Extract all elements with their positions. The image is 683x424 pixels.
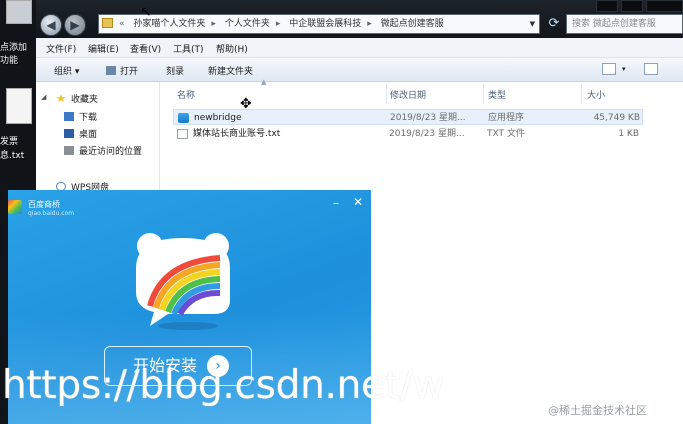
logo-shadow <box>158 322 218 330</box>
burn-button[interactable]: 刻录 <box>166 64 184 77</box>
address-bar[interactable]: « 孙家喵个人文件夹 ▸ 个人文件夹 ▸ 中企联盟会展科技 ▸ 微起点创建客服 ▼ <box>98 14 540 34</box>
breadcrumb-item[interactable]: 中企联盟会展科技 <box>289 19 361 29</box>
mouse-cursor-icon: ↖ <box>140 4 152 20</box>
nav-label: 桌面 <box>79 130 98 140</box>
desktop-icon <box>64 129 74 138</box>
installer-brand: 百度商桥 <box>28 200 60 209</box>
view-options-icon[interactable] <box>602 63 616 75</box>
nav-label: 下载 <box>79 113 98 123</box>
minimize-icon[interactable]: – <box>333 196 339 210</box>
column-header-size[interactable]: 大小 <box>587 88 605 101</box>
menu-help[interactable]: 帮助(H) <box>216 42 248 55</box>
move-cursor-icon: ✥ <box>240 96 252 112</box>
menu-bar: 文件(F) 编辑(E) 查看(V) 工具(T) 帮助(H) <box>36 38 683 58</box>
title-bar: ◀ ▶ « 孙家喵个人文件夹 ▸ 个人文件夹 ▸ 中企联盟会展科技 ▸ 微起点创建客服… <box>36 0 683 38</box>
close-icon[interactable]: ✕ <box>353 195 363 209</box>
column-header-date[interactable]: 修改日期 <box>390 88 426 101</box>
nav-item-desktop[interactable]: 桌面 <box>64 127 97 140</box>
credit-watermark: @稀土掘金技术社区 <box>548 404 647 417</box>
desktop-file-icon[interactable] <box>6 88 32 124</box>
file-date: 2019/8/23 星期... <box>390 113 466 123</box>
column-header-type[interactable]: 类型 <box>488 88 506 101</box>
file-type: TXT 文件 <box>487 129 525 139</box>
column-divider[interactable] <box>483 84 484 104</box>
open-label: 打开 <box>120 67 139 77</box>
preview-pane-icon[interactable] <box>644 63 658 75</box>
forward-button[interactable]: ▶ <box>64 14 86 36</box>
back-button[interactable]: ◀ <box>40 14 62 36</box>
menu-file[interactable]: 文件(F) <box>46 42 76 55</box>
command-bar: 组织 ▾ 打开 刻录 新建文件夹 ▾ <box>36 58 683 82</box>
breadcrumb-item[interactable]: 孙家喵个人文件夹 <box>133 19 205 29</box>
open-icon <box>106 66 116 75</box>
desktop-file-icon[interactable] <box>6 0 32 24</box>
file-type: 应用程序 <box>488 113 525 123</box>
column-divider[interactable] <box>386 84 387 104</box>
search-placeholder: 搜索 微起点创建客服 <box>572 19 656 29</box>
file-name: 媒体站长商业账号.txt <box>193 129 281 139</box>
open-button[interactable]: 打开 <box>106 64 138 77</box>
chevron-down-icon[interactable]: ▼ <box>530 15 535 33</box>
file-size: 45,749 KB <box>593 113 640 123</box>
file-date: 2019/8/23 星期... <box>389 129 465 139</box>
nav-item-recent[interactable]: 最近访问的位置 <box>64 144 142 157</box>
column-header-name[interactable]: 名称 <box>177 88 195 101</box>
text-file-icon <box>177 129 188 139</box>
baidu-qiao-logo-icon <box>8 200 22 214</box>
file-size: 1 KB <box>618 129 639 139</box>
breadcrumb: « 孙家喵个人文件夹 ▸ 个人文件夹 ▸ 中企联盟会展科技 ▸ 微起点创建客服 <box>119 19 444 29</box>
menu-view[interactable]: 查看(V) <box>130 42 161 55</box>
minimize-caption-button[interactable] <box>596 0 618 12</box>
nav-item-downloads[interactable]: 下载 <box>64 110 97 123</box>
star-icon <box>56 94 66 103</box>
expand-arrow-icon[interactable]: ◢ <box>41 93 46 101</box>
sort-up-icon: ▲ <box>261 78 267 86</box>
maximize-caption-button[interactable] <box>621 0 643 12</box>
breadcrumb-item[interactable]: 微起点创建客服 <box>381 19 444 29</box>
new-folder-button[interactable]: 新建文件夹 <box>208 64 253 77</box>
file-row[interactable]: 媒体站长商业账号.txt 2019/8/23 星期... TXT 文件 1 KB <box>173 126 643 142</box>
chevron-down-icon[interactable]: ▾ <box>622 65 626 73</box>
nav-label: 最近访问的位置 <box>79 147 143 157</box>
menu-tools[interactable]: 工具(T) <box>173 42 204 55</box>
organize-button[interactable]: 组织 ▾ <box>54 64 79 77</box>
folder-icon <box>102 18 113 28</box>
recent-places-icon <box>64 146 74 155</box>
refresh-icon[interactable]: ⟳ <box>544 14 564 34</box>
nav-item-favorites[interactable]: 收藏夹 <box>56 92 98 105</box>
search-input[interactable]: 搜索 微起点创建客服 <box>566 14 683 34</box>
menu-edit[interactable]: 编辑(E) <box>88 42 119 55</box>
url-watermark: https://blog.csdn.net/w <box>2 363 445 408</box>
installer-url: qiao.baidu.com <box>28 210 75 217</box>
rainbow-bear-logo-icon <box>136 233 230 326</box>
column-divider[interactable] <box>581 84 582 104</box>
close-caption-button[interactable] <box>646 0 683 12</box>
application-icon <box>178 113 189 123</box>
breadcrumb-item[interactable]: 个人文件夹 <box>225 19 270 29</box>
download-folder-icon <box>64 112 74 121</box>
file-name: newbridge <box>194 113 242 123</box>
nav-label: 收藏夹 <box>71 95 99 105</box>
